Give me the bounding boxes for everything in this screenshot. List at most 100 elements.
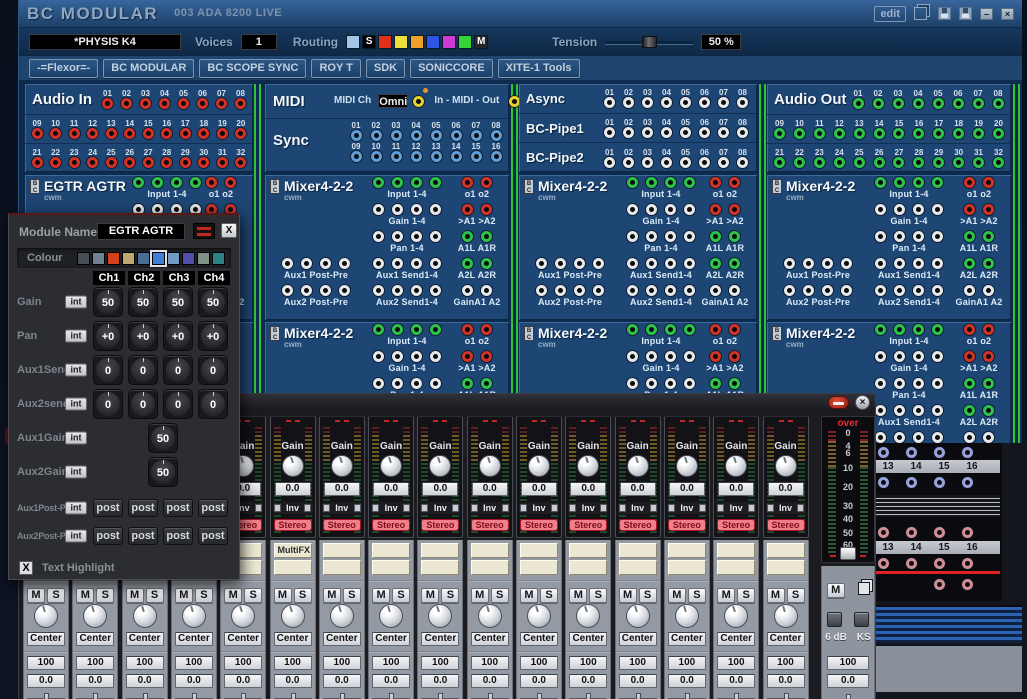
aux1send-knob-ch4[interactable]: 0 — [198, 355, 228, 385]
module-jack[interactable] — [392, 351, 403, 362]
inv-left-box[interactable] — [619, 504, 626, 512]
patch-jack-17[interactable] — [180, 128, 191, 139]
module-jack[interactable] — [964, 351, 975, 362]
solo-button[interactable]: S — [244, 588, 262, 603]
module-jack[interactable] — [710, 258, 721, 269]
gain-knob[interactable] — [380, 455, 402, 477]
int-button[interactable]: int — [65, 330, 87, 343]
module-jack[interactable] — [392, 324, 403, 335]
patch-jack-02[interactable] — [623, 97, 634, 108]
module-jack[interactable] — [964, 285, 975, 296]
invert-control[interactable]: Inv — [420, 502, 460, 514]
gain-value[interactable]: 0.0 — [768, 482, 804, 496]
module-jack[interactable] — [729, 177, 740, 188]
patch-jack-23[interactable] — [69, 157, 80, 168]
module-jack[interactable] — [430, 204, 441, 215]
module-jack[interactable] — [983, 432, 994, 443]
stereo-button[interactable]: Stereo — [569, 519, 607, 531]
module-jack[interactable] — [373, 324, 384, 335]
module-jack[interactable] — [665, 285, 676, 296]
patch-jack-11[interactable] — [814, 128, 825, 139]
fader-level[interactable]: 100 — [224, 656, 262, 670]
module-jack[interactable] — [430, 378, 441, 389]
module-jack[interactable] — [983, 405, 994, 416]
mute-button[interactable]: M — [717, 588, 735, 603]
patch-jack-01[interactable] — [351, 130, 362, 141]
routing-cell-4[interactable] — [394, 35, 408, 49]
patch-jack-22[interactable] — [50, 157, 61, 168]
inv-left-box[interactable] — [274, 504, 281, 512]
module-jack[interactable] — [665, 258, 676, 269]
patch-jack-16[interactable] — [161, 128, 172, 139]
module-jack[interactable] — [932, 258, 943, 269]
solo-button[interactable]: S — [639, 588, 657, 603]
ks-button[interactable] — [854, 612, 869, 627]
module-jack[interactable] — [710, 177, 721, 188]
module-jack[interactable] — [411, 378, 422, 389]
module-jack[interactable] — [373, 231, 384, 242]
fader-db[interactable]: 0.0 — [126, 674, 164, 688]
module-jack[interactable] — [964, 324, 975, 335]
module-jack[interactable] — [875, 258, 886, 269]
insert-slot-1[interactable] — [619, 543, 657, 558]
module-jack[interactable] — [373, 177, 384, 188]
fader-db[interactable]: 0.0 — [323, 674, 361, 688]
fader-level[interactable]: 100 — [471, 656, 509, 670]
headroom-6db-button[interactable] — [827, 612, 842, 627]
module-jack[interactable] — [411, 351, 422, 362]
patch-jack-03[interactable] — [893, 98, 904, 109]
module-jack[interactable] — [282, 285, 293, 296]
inv-right-box[interactable] — [452, 504, 459, 512]
patch-jack-14[interactable] — [874, 128, 885, 139]
solo-button[interactable]: S — [787, 588, 805, 603]
patch-jack-32[interactable] — [993, 157, 1004, 168]
pan-knob[interactable] — [478, 604, 502, 628]
module-jack[interactable] — [462, 378, 473, 389]
channel-fader[interactable] — [717, 693, 755, 699]
solo-button[interactable]: S — [540, 588, 558, 603]
patch-jack-26[interactable] — [124, 157, 135, 168]
patch-jack-29[interactable] — [933, 157, 944, 168]
channel-fader[interactable] — [372, 693, 410, 699]
bg-jack[interactable] — [906, 475, 917, 493]
module-jack[interactable] — [729, 378, 740, 389]
channel-fader[interactable] — [520, 693, 558, 699]
pan-knob[interactable] — [133, 604, 157, 628]
insert-slot-1[interactable] — [471, 543, 509, 558]
routing-cell-1[interactable] — [346, 35, 360, 49]
module-jack[interactable] — [462, 177, 473, 188]
module-jack[interactable] — [411, 324, 422, 335]
module-jack[interactable] — [627, 324, 638, 335]
colour-swatch-7[interactable] — [167, 252, 180, 265]
insert-slot-2[interactable] — [767, 560, 805, 575]
invert-control[interactable]: Inv — [667, 502, 707, 514]
edit-button[interactable]: edit — [874, 6, 906, 22]
inv-left-box[interactable] — [717, 504, 724, 512]
fader-level[interactable]: 100 — [569, 656, 607, 670]
gain-value[interactable]: 0.0 — [669, 482, 705, 496]
dialog-menu-icon[interactable] — [193, 223, 215, 239]
patch-jack-05[interactable] — [680, 157, 691, 168]
module-jack[interactable] — [894, 351, 905, 362]
patch-jack-14[interactable] — [451, 151, 462, 162]
module-jack[interactable] — [646, 285, 657, 296]
module-jack[interactable] — [430, 258, 441, 269]
module-jack[interactable] — [627, 378, 638, 389]
module-name-field[interactable]: EGTR AGTR — [97, 223, 185, 240]
routing-cell-6[interactable] — [426, 35, 440, 49]
channel-fader[interactable] — [76, 693, 114, 699]
channel-fader[interactable] — [224, 693, 262, 699]
module-jack[interactable] — [481, 285, 492, 296]
gain-value[interactable]: 0.0 — [620, 482, 656, 496]
module-jack[interactable] — [301, 258, 312, 269]
module-jack[interactable] — [411, 258, 422, 269]
module-jack[interactable] — [710, 204, 721, 215]
patch-jack-08[interactable] — [737, 157, 748, 168]
module-jack[interactable] — [392, 378, 403, 389]
pan-knob[interactable] — [527, 604, 551, 628]
gain-knob-ch2[interactable]: 50 — [128, 287, 158, 317]
solo-button[interactable]: S — [589, 588, 607, 603]
colour-swatch-1[interactable] — [77, 252, 90, 265]
module-jack[interactable] — [627, 204, 638, 215]
patch-jack-08[interactable] — [491, 130, 502, 141]
